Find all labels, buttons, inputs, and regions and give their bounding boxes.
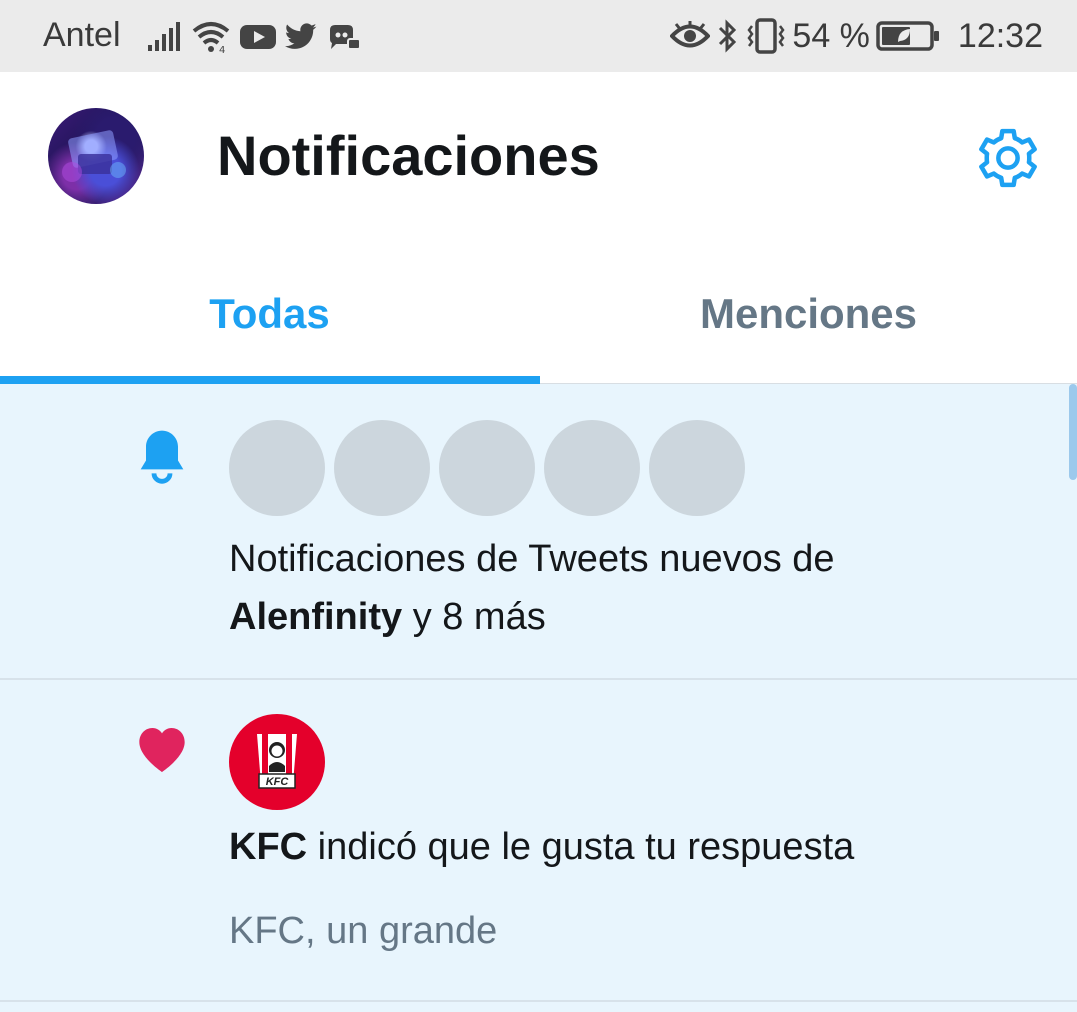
notification-text: Notificaciones de Tweets nuevos de Alenf…: [229, 530, 1009, 646]
placeholder-avatar[interactable]: [334, 420, 430, 516]
notification-text: KFC indicó que le gusta tu respuesta: [229, 818, 854, 876]
notification-tabs: Todas Menciones: [0, 240, 1077, 384]
signal-icon: [148, 22, 180, 51]
placeholder-avatar[interactable]: [544, 420, 640, 516]
placeholder-avatar[interactable]: [229, 420, 325, 516]
bluetooth-icon: [719, 19, 737, 53]
tab-todas-label: Todas: [209, 290, 330, 337]
placeholder-avatars: [229, 420, 745, 516]
tab-menciones[interactable]: Menciones: [539, 240, 1077, 383]
kfc-avatar[interactable]: KFC: [229, 714, 325, 810]
app-header: Notificaciones: [0, 72, 1077, 240]
heart-icon: [139, 728, 185, 772]
bell-icon: [140, 430, 184, 484]
page-title: Notificaciones: [217, 124, 600, 187]
notifications-list[interactable]: Notificaciones de Tweets nuevos de Alenf…: [0, 384, 1077, 1012]
status-bar: Antel 4 54 % 12:32: [0, 0, 1077, 72]
settings-button[interactable]: [974, 124, 1042, 192]
notification-item-new-tweets[interactable]: Notificaciones de Tweets nuevos de Alenf…: [0, 384, 1077, 680]
carrier-name: Antel: [43, 16, 121, 54]
avatar-art: [62, 130, 126, 182]
placeholder-avatar[interactable]: [649, 420, 745, 516]
wifi-icon: 4: [192, 22, 230, 54]
youtube-icon: [240, 25, 276, 49]
gear-icon: [979, 128, 1037, 188]
notification-item-like[interactable]: KFC KFC indicó que le gusta tu respuesta…: [0, 680, 1077, 1002]
notification-text-suffix: y 8 más: [412, 596, 546, 638]
tab-menciones-label: Menciones: [699, 290, 918, 337]
status-left-icons: 4: [146, 18, 360, 56]
svg-text:4: 4: [219, 45, 225, 54]
tab-todas[interactable]: Todas: [0, 240, 539, 383]
vibrate-icon: [747, 18, 785, 54]
battery-percent: 54 %: [792, 16, 870, 55]
status-time: 12:32: [957, 16, 1043, 55]
active-tab-indicator: [0, 376, 540, 384]
user-name[interactable]: Alenfinity: [229, 596, 402, 638]
twitter-icon: [284, 23, 317, 49]
battery-icon: [876, 21, 939, 51]
notification-action-text: indicó que le gusta tu respuesta: [317, 826, 855, 868]
profile-avatar[interactable]: [48, 108, 144, 204]
notification-text-prefix: Notificaciones de Tweets nuevos de: [229, 538, 835, 580]
reply-preview-text: KFC, un grande: [229, 910, 498, 952]
kfc-logo-icon: KFC: [257, 734, 297, 789]
user-name[interactable]: KFC: [229, 826, 307, 868]
discord-icon: [330, 25, 360, 50]
placeholder-avatar[interactable]: [439, 420, 535, 516]
kfc-logo-text: KFC: [266, 776, 290, 788]
status-right-icons: 54 % 12:32: [670, 14, 1043, 58]
eye-icon: [670, 21, 711, 48]
